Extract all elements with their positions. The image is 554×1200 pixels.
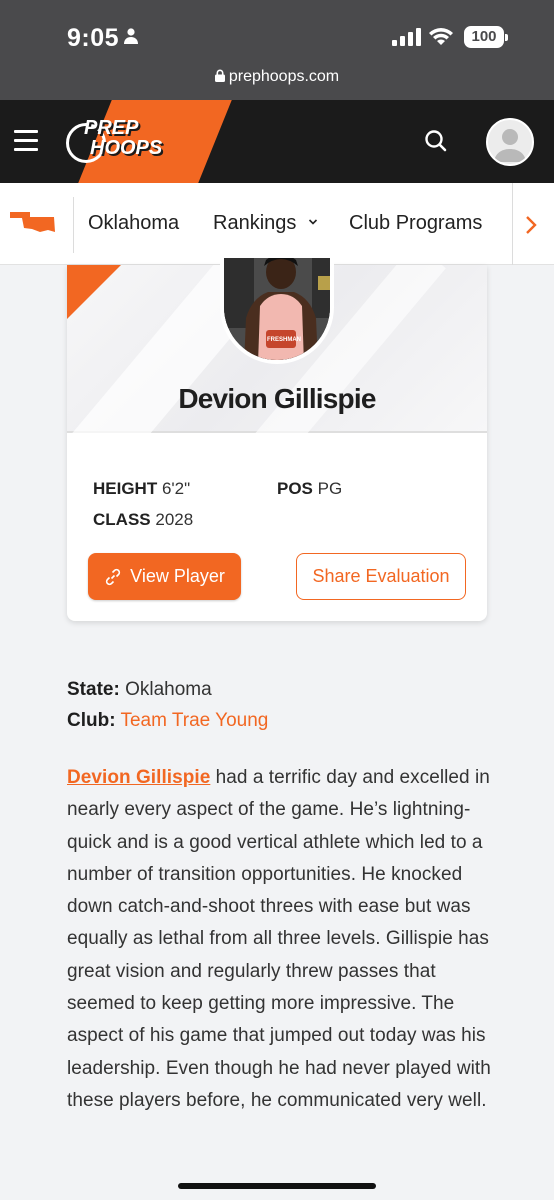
stat-height: HEIGHT 6'2"	[93, 479, 190, 499]
status-time: 9:05	[67, 24, 120, 52]
nav-item-rankings[interactable]: Rankings	[213, 212, 318, 235]
signal-icon	[392, 28, 421, 46]
nav-item-rankings-label: Rankings	[213, 212, 297, 234]
person-icon	[124, 28, 138, 44]
stat-position: POS PG	[277, 479, 342, 499]
link-icon	[106, 568, 121, 585]
menu-icon[interactable]	[14, 130, 38, 152]
prep-hoops-logo[interactable]: PREP HOOPS	[66, 118, 170, 164]
stat-class: CLASS 2028	[93, 510, 193, 530]
share-evaluation-button[interactable]: Share Evaluation	[296, 553, 466, 600]
player-name: Devion Gillispie	[178, 383, 376, 414]
battery-indicator: 100	[464, 26, 508, 48]
club-detail: Club: Team Trae Young	[67, 710, 268, 732]
lock-icon	[214, 69, 225, 82]
evaluation-paragraph: Devion Gillispie had a terrific day and …	[67, 762, 497, 1117]
logo-text-line1: PREP	[84, 117, 139, 139]
view-player-button[interactable]: View Player	[88, 553, 241, 600]
state-value: Oklahoma	[125, 679, 212, 700]
view-player-label: View Player	[130, 566, 225, 586]
state-label: State:	[67, 679, 120, 700]
search-icon[interactable]	[424, 129, 448, 153]
stat-class-label: CLASS	[93, 510, 151, 529]
wifi-icon	[429, 28, 453, 45]
nav-item-oklahoma[interactable]: Oklahoma	[88, 212, 179, 235]
state-detail: State: Oklahoma	[67, 679, 212, 701]
stat-height-value: 6'2"	[161, 479, 191, 498]
stat-position-value: PG	[317, 479, 343, 498]
chevron-right-icon[interactable]	[524, 214, 538, 236]
player-name-link[interactable]: Devion Gillispie	[67, 767, 210, 788]
nav-item-club-programs[interactable]: Club Programs	[349, 212, 482, 235]
club-label: Club:	[67, 710, 116, 731]
chevron-down-icon	[308, 219, 318, 225]
stat-position-label: POS	[277, 479, 313, 498]
home-indicator[interactable]	[178, 1183, 376, 1189]
card-corner-accent	[67, 265, 121, 319]
stat-class-value: 2028	[155, 510, 194, 529]
club-link[interactable]: Team Trae Young	[120, 710, 268, 731]
status-bar: 9:05 100 prephoops.com	[0, 0, 554, 100]
browser-url-bar[interactable]: prephoops.com	[0, 68, 554, 86]
jersey-text: FRESHMAN	[267, 337, 301, 343]
state-nav-bar: Oklahoma Rankings Club Programs	[0, 183, 554, 265]
url-text: prephoops.com	[228, 68, 340, 85]
evaluation-text: had a terrific day and excelled in nearl…	[67, 767, 491, 1111]
logo-text-line2: HOOPS	[90, 137, 163, 159]
stat-height-label: HEIGHT	[93, 479, 158, 498]
user-avatar-icon[interactable]	[486, 118, 534, 166]
oklahoma-state-icon	[10, 212, 55, 232]
